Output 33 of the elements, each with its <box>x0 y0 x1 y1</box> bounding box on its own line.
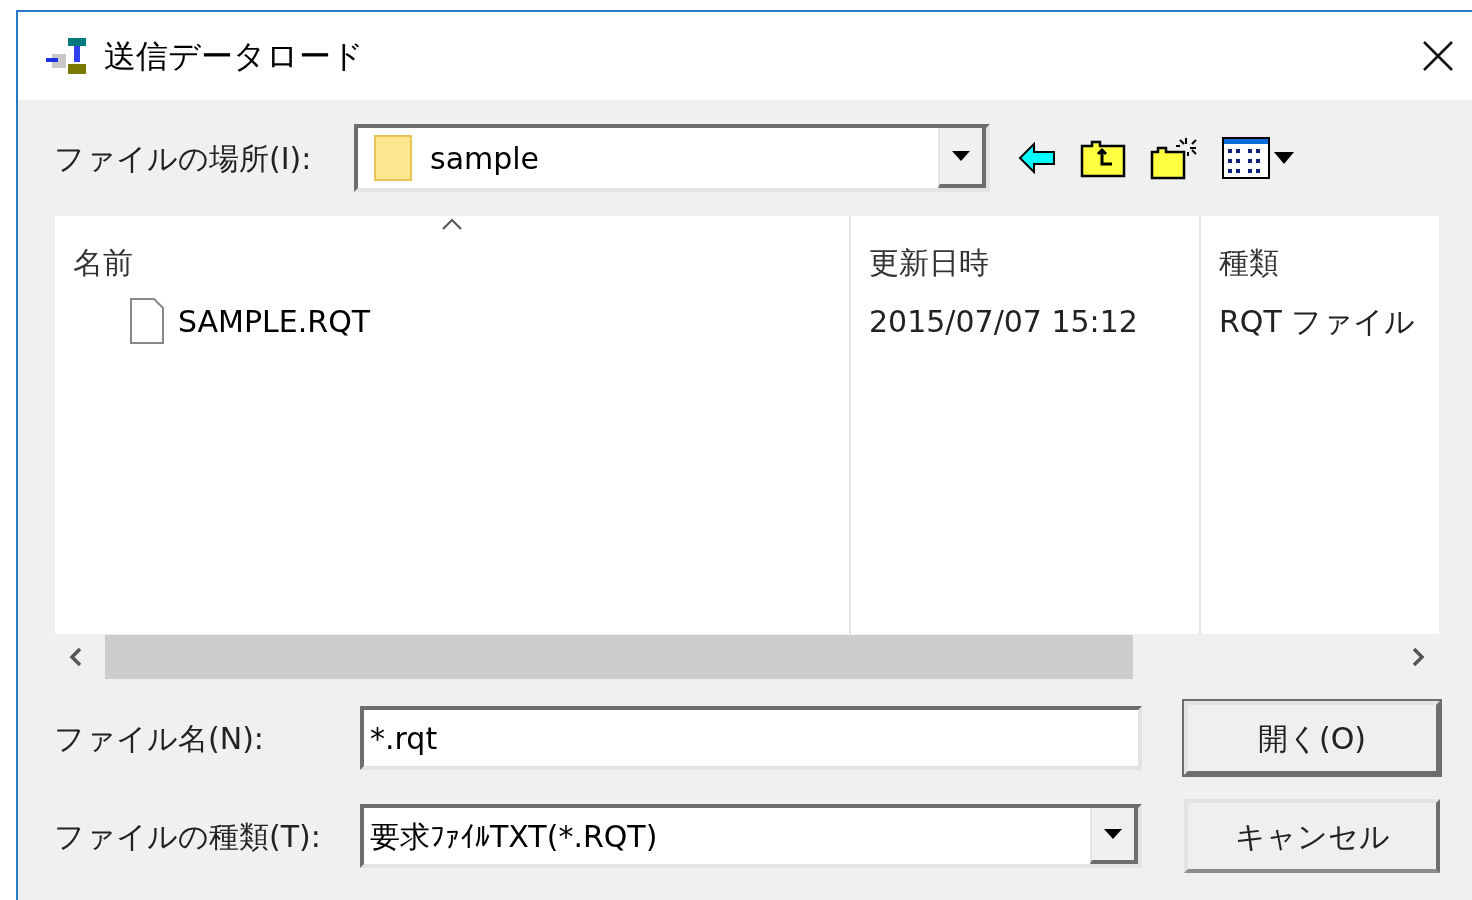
dropdown-button[interactable] <box>938 128 986 188</box>
caret-icon <box>1104 829 1122 839</box>
scrollbar-thumb[interactable] <box>105 635 1133 679</box>
dropdown-button[interactable] <box>1090 808 1138 864</box>
file-name-cell[interactable]: SAMPLE.RQT <box>178 298 371 344</box>
caret-icon <box>952 151 970 161</box>
back-arrow-icon[interactable] <box>1018 142 1056 174</box>
caret-icon <box>1274 152 1294 164</box>
scroll-left-icon[interactable] <box>69 647 83 667</box>
look-in-dropdown[interactable]: sample <box>354 124 990 192</box>
details-view-icon <box>1222 137 1270 179</box>
look-in-label: ファイルの場所(I): <box>54 139 313 178</box>
look-in-value: sample <box>430 139 540 178</box>
folder-icon <box>374 135 414 181</box>
type-cell-text: RQT ファイル <box>1219 302 1416 341</box>
close-icon[interactable] <box>1422 40 1454 72</box>
file-name-field[interactable]: *.rqt <box>360 706 1142 770</box>
file-type-label: ファイルの種類(T): <box>54 817 322 856</box>
new-folder-icon[interactable] <box>1150 136 1198 180</box>
sort-caret-icon <box>441 218 463 230</box>
file-icon <box>130 298 164 344</box>
file-name-label: ファイル名(N): <box>54 719 265 758</box>
column-header[interactable]: 種類 <box>1219 239 1279 285</box>
column-header[interactable]: 更新日時 <box>869 239 989 285</box>
folder-up-icon[interactable] <box>1080 138 1126 178</box>
scroll-right-icon[interactable] <box>1411 647 1425 667</box>
date-cell-text: 2015/07/07 15:12 <box>869 302 1138 341</box>
column-header[interactable]: 名前 <box>73 239 133 285</box>
dialog-button[interactable]: 開く(O) <box>1184 701 1440 775</box>
view-menu-button[interactable] <box>1222 137 1294 179</box>
dialog-button[interactable]: キャンセル <box>1184 799 1440 873</box>
file-type-dropdown[interactable]: 要求ﾌｧｲﾙTXT(*.RQT) <box>360 804 1142 868</box>
window-title: 送信データロード <box>104 36 364 77</box>
